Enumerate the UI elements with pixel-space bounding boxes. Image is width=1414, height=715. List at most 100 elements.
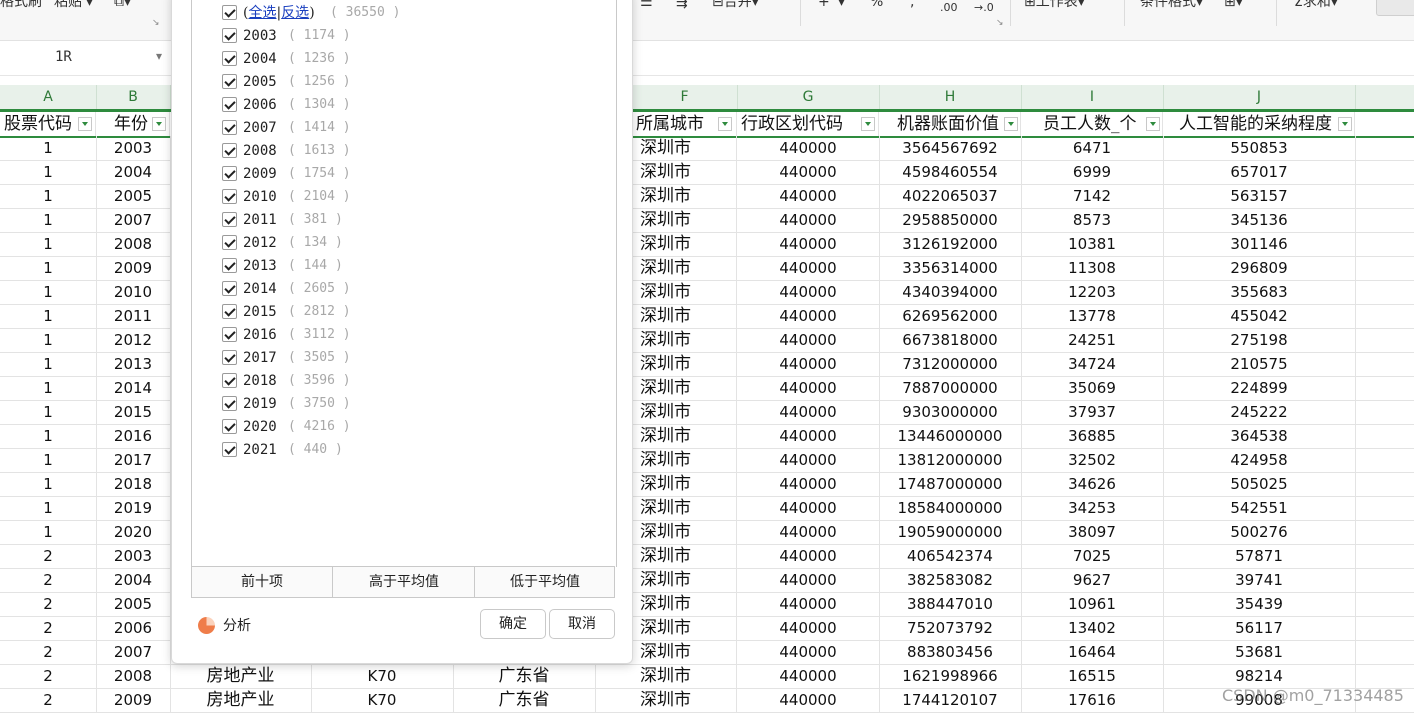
add-icon[interactable]: +	[818, 0, 830, 12]
table-cell[interactable]: 388447010	[879, 592, 1022, 616]
table-cell[interactable]: 深圳市	[632, 352, 737, 376]
table-cell[interactable]: 深圳市	[632, 328, 737, 352]
table-cell[interactable]: 440000	[737, 688, 880, 712]
table-cell[interactable]: 1	[0, 400, 97, 424]
table-cell[interactable]: 7887000000	[879, 376, 1022, 400]
table-cell[interactable]: 3564567692	[879, 136, 1022, 160]
table-cell[interactable]: 广东省	[453, 664, 596, 688]
table-cell[interactable]: 17487000000	[879, 472, 1022, 496]
filter-checkbox[interactable]	[222, 396, 237, 411]
table-cell[interactable]: 2017	[96, 448, 171, 472]
table-cell[interactable]: 455042	[1163, 304, 1356, 328]
table-cell[interactable]: 440000	[737, 376, 880, 400]
table-cell[interactable]: 深圳市	[632, 424, 737, 448]
filter-checkbox[interactable]	[222, 304, 237, 319]
table-cell[interactable]: 9303000000	[879, 400, 1022, 424]
table-cell[interactable]: 13446000000	[879, 424, 1022, 448]
table-cell[interactable]: 440000	[737, 424, 880, 448]
table-cell[interactable]: 1	[0, 328, 97, 352]
table-cell[interactable]: 1	[0, 184, 97, 208]
table-cell[interactable]: 2018	[96, 472, 171, 496]
table-cell[interactable]: 245222	[1163, 400, 1356, 424]
table-cell[interactable]: 2013	[96, 352, 171, 376]
filter-checkbox[interactable]	[222, 281, 237, 296]
table-cell[interactable]: 883803456	[879, 640, 1022, 664]
number-format-dropdown-icon[interactable]: ▾	[838, 0, 845, 12]
increase-decimal-button[interactable]: .00	[940, 0, 958, 18]
table-cell[interactable]: 2003	[96, 136, 171, 160]
table-cell[interactable]: 4598460554	[879, 160, 1022, 184]
table-cell[interactable]: 2009	[96, 256, 171, 280]
table-cell[interactable]: 深圳市	[632, 184, 737, 208]
table-cell[interactable]: 657017	[1163, 160, 1356, 184]
header-cell-ai-adoption[interactable]: 人工智能的采纳程度	[1163, 112, 1355, 136]
table-cell[interactable]: 440000	[737, 544, 880, 568]
table-cell[interactable]: 440000	[737, 448, 880, 472]
table-cell[interactable]: 1	[0, 496, 97, 520]
table-cell[interactable]: 12203	[1021, 280, 1164, 304]
conditional-format-button[interactable]: 条件格式▾	[1140, 0, 1203, 12]
copy-icon[interactable]: ⧉▾	[114, 0, 131, 12]
table-cell[interactable]: 34253	[1021, 496, 1164, 520]
table-cell[interactable]: 440000	[737, 328, 880, 352]
table-cell[interactable]: 深圳市	[632, 208, 737, 232]
table-cell[interactable]: 440000	[737, 136, 880, 160]
table-cell[interactable]: 35439	[1163, 592, 1356, 616]
table-cell[interactable]: 广东省	[453, 688, 596, 712]
column-header-j[interactable]: J	[1163, 85, 1356, 109]
table-cell[interactable]: 6999	[1021, 160, 1164, 184]
dialog-launcher-icon[interactable]: ↘	[152, 18, 160, 28]
table-cell[interactable]: 34724	[1021, 352, 1164, 376]
table-cell[interactable]: 2958850000	[879, 208, 1022, 232]
column-header-f[interactable]: F	[632, 85, 738, 109]
table-cell[interactable]: 2006	[96, 616, 171, 640]
table-cell[interactable]: 深圳市	[632, 304, 737, 328]
table-cell[interactable]: 深圳市	[632, 448, 737, 472]
table-cell[interactable]: 440000	[737, 664, 880, 688]
column-header-h[interactable]: H	[879, 85, 1022, 109]
table-cell[interactable]: 深圳市	[632, 136, 737, 160]
table-cell[interactable]: 32502	[1021, 448, 1164, 472]
header-cell-employees[interactable]: 员工人数_个	[1021, 112, 1163, 136]
table-cell[interactable]: 296809	[1163, 256, 1356, 280]
table-cell[interactable]: 9627	[1021, 568, 1164, 592]
filter-checkbox[interactable]	[222, 442, 237, 457]
sum-button[interactable]: Σ求和▾	[1294, 0, 1338, 12]
table-cell[interactable]: 深圳市	[632, 592, 737, 616]
filter-checkbox[interactable]	[222, 373, 237, 388]
table-cell[interactable]: 1	[0, 448, 97, 472]
table-cell[interactable]: 3356314000	[879, 256, 1022, 280]
table-cell[interactable]: 563157	[1163, 184, 1356, 208]
table-cell[interactable]: 2	[0, 592, 97, 616]
table-cell[interactable]: 16464	[1021, 640, 1164, 664]
filter-checkbox[interactable]	[222, 51, 237, 66]
filter-checkbox[interactable]	[222, 258, 237, 273]
table-cell[interactable]: 35069	[1021, 376, 1164, 400]
table-cell[interactable]: 2010	[96, 280, 171, 304]
table-cell[interactable]: 224899	[1163, 376, 1356, 400]
table-cell[interactable]: 56117	[1163, 616, 1356, 640]
table-cell[interactable]: 2020	[96, 520, 171, 544]
table-cell[interactable]: 440000	[737, 640, 880, 664]
table-cell[interactable]: 440000	[737, 352, 880, 376]
filter-checkbox[interactable]	[222, 327, 237, 342]
format-painter-button[interactable]: 格式刷	[0, 0, 42, 12]
table-cell[interactable]: 440000	[737, 616, 880, 640]
table-cell[interactable]: 37937	[1021, 400, 1164, 424]
filter-value-list[interactable]: (全选|反选) ( 36550 ) 2003( 1174 ) 2004( 1236…	[191, 0, 617, 567]
filter-checkbox[interactable]	[222, 212, 237, 227]
table-cell[interactable]: 382583082	[879, 568, 1022, 592]
table-cell[interactable]: 542551	[1163, 496, 1356, 520]
filter-dropdown-icon[interactable]	[1338, 117, 1352, 131]
table-cell[interactable]: 440000	[737, 520, 880, 544]
filter-checkbox[interactable]	[222, 235, 237, 250]
table-cell[interactable]: 440000	[737, 208, 880, 232]
table-cell[interactable]: 2016	[96, 424, 171, 448]
table-cell[interactable]: 345136	[1163, 208, 1356, 232]
table-cell[interactable]: 210575	[1163, 352, 1356, 376]
table-cell[interactable]: 深圳市	[632, 376, 737, 400]
table-cell[interactable]: 2003	[96, 544, 171, 568]
table-cell[interactable]: 2008	[96, 664, 171, 688]
table-cell[interactable]: 10381	[1021, 232, 1164, 256]
table-cell[interactable]: 53681	[1163, 640, 1356, 664]
